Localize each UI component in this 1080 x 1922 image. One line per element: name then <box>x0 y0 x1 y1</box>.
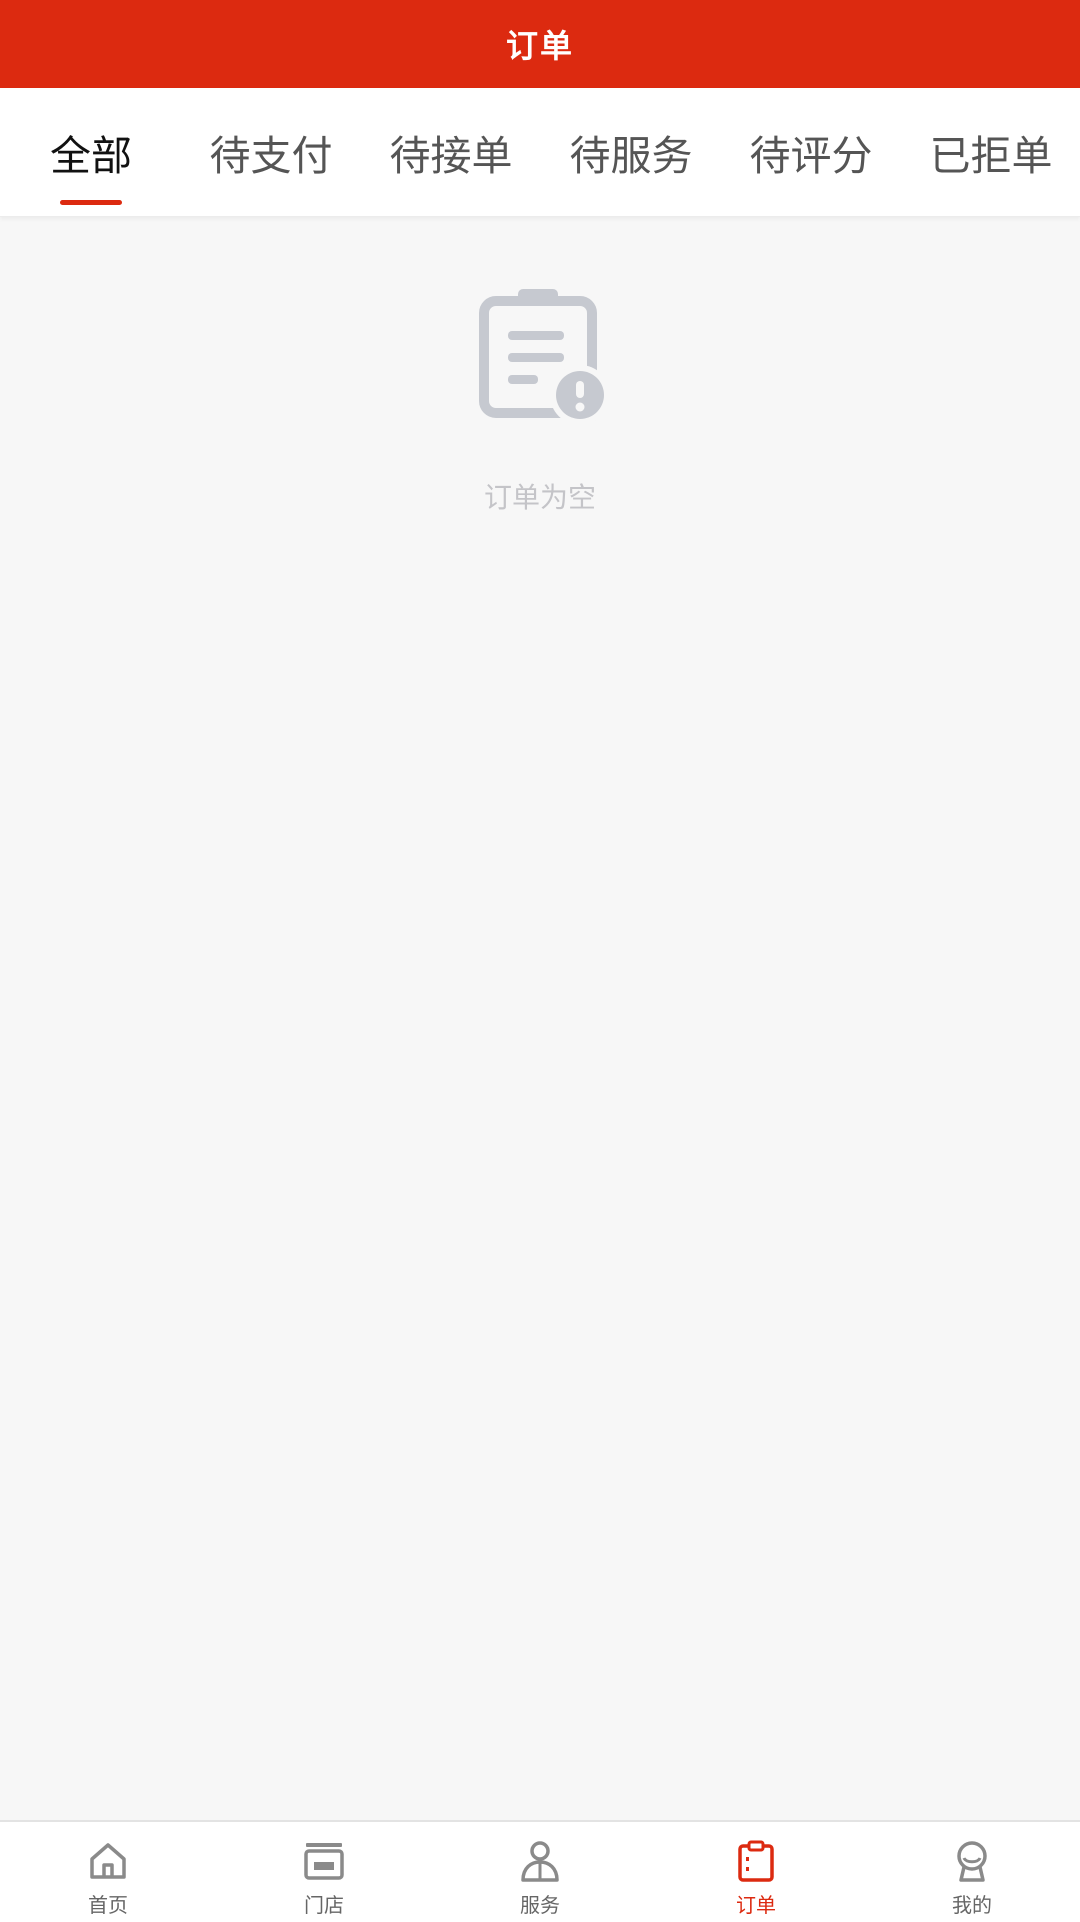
tab-pending-rating[interactable]: 待评分 <box>736 88 886 216</box>
store-icon <box>304 1843 344 1880</box>
profile-icon <box>957 1841 987 1882</box>
nav-item-home[interactable]: 首页 <box>0 1822 216 1922</box>
nav-label-home: 首页 <box>88 1893 128 1917</box>
nav-item-orders[interactable]: 订单 <box>648 1822 864 1922</box>
tab-rejected[interactable]: 已拒单 <box>916 88 1066 216</box>
header-bar: 订单 <box>0 0 1080 88</box>
nav-label-service: 服务 <box>520 1893 560 1917</box>
clipboard-alert-icon <box>474 287 610 427</box>
nav-item-profile[interactable]: 我的 <box>864 1822 1080 1922</box>
bottom-navigation: 首页 门店 服务 订单 我的 <box>0 1820 1080 1922</box>
nav-label-orders: 订单 <box>736 1893 776 1917</box>
page-title: 订单 <box>505 27 574 65</box>
nav-label-profile: 我的 <box>952 1893 992 1917</box>
service-person-icon <box>521 1841 559 1882</box>
nav-label-store: 门店 <box>304 1893 344 1917</box>
tab-all[interactable]: 全部 <box>26 88 156 216</box>
tab-pending-service[interactable]: 待服务 <box>556 88 706 216</box>
order-clipboard-icon <box>738 1840 774 1882</box>
home-icon <box>90 1843 126 1879</box>
tab-pending-acceptance[interactable]: 待接单 <box>376 88 526 216</box>
order-status-tabs: 全部 待支付 待接单 待服务 待评分 已拒单 <box>0 88 1080 217</box>
nav-item-service[interactable]: 服务 <box>432 1822 648 1922</box>
active-tab-indicator <box>60 200 122 205</box>
nav-item-store[interactable]: 门店 <box>216 1822 432 1922</box>
empty-state-text: 订单为空 <box>483 481 596 514</box>
tab-pending-payment[interactable]: 待支付 <box>196 88 346 216</box>
